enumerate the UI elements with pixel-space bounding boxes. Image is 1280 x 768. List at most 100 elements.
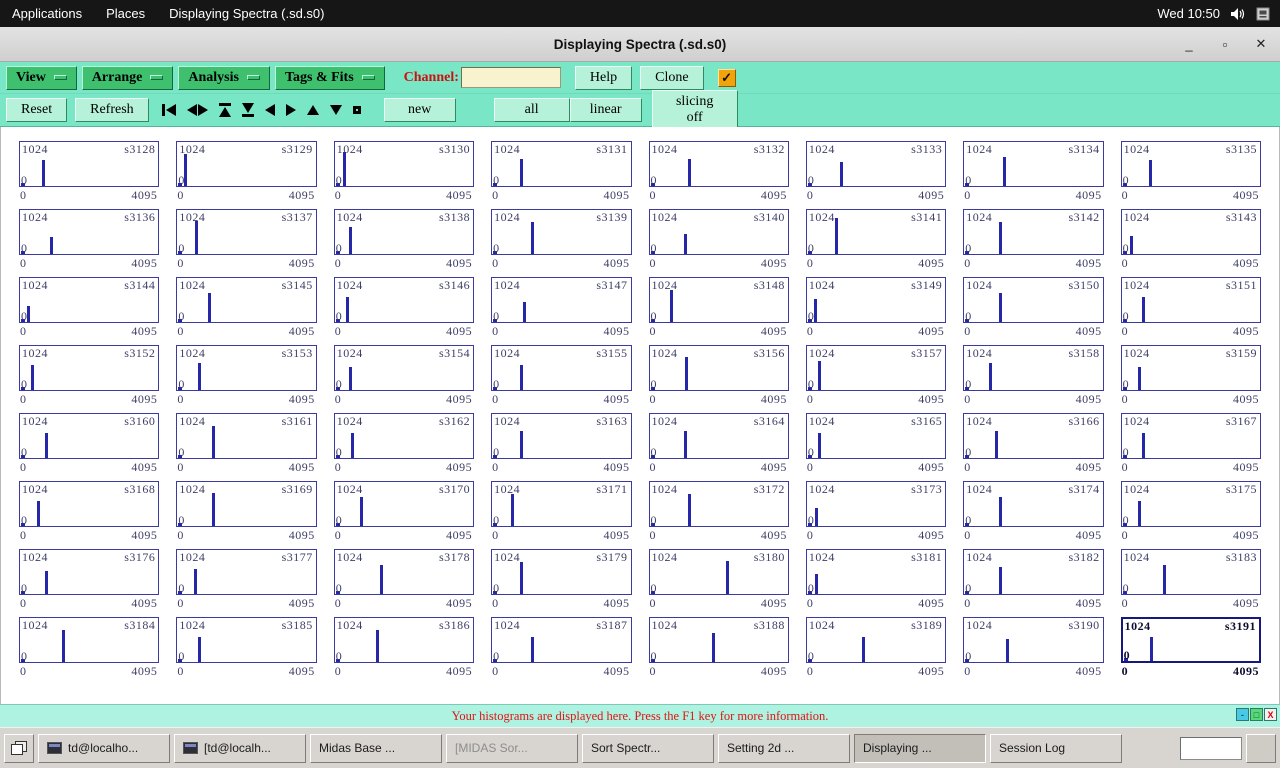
restore-windows-button[interactable] <box>4 733 34 763</box>
spectrum-plot[interactable]: 1024 s3140 0 <box>648 209 789 255</box>
spectrum-plot[interactable]: 1024 s3181 0 <box>805 549 947 595</box>
new-button[interactable]: new <box>383 98 456 122</box>
spectrum-plot[interactable]: 1024 s3166 0 <box>963 413 1104 459</box>
taskbar-item[interactable]: Setting 2d ... <box>718 733 850 763</box>
status-close-icon[interactable]: X <box>1264 708 1277 721</box>
right-icon[interactable] <box>285 103 297 117</box>
spectrum-plot[interactable]: 1024 s3146 0 <box>333 277 475 323</box>
spectrum-plot[interactable]: 1024 s3159 0 <box>1120 345 1261 391</box>
menu-tags-fits[interactable]: Tags & Fits <box>274 65 385 90</box>
spectrum-plot[interactable]: 1024 s3184 0 <box>19 617 160 663</box>
spectrum-plot[interactable]: 1024 s3155 0 <box>491 345 632 391</box>
refresh-button[interactable]: Refresh <box>75 98 149 122</box>
minimize-icon[interactable]: _ <box>1178 33 1200 55</box>
window-titlebar[interactable]: Displaying Spectra (.sd.s0) _ ▫ ✕ <box>0 27 1280 62</box>
help-button[interactable]: Help <box>574 65 633 90</box>
toolbar-checkbox[interactable]: ✓ <box>717 68 736 87</box>
linear-button[interactable]: linear <box>569 98 642 122</box>
spectrum-plot[interactable]: 1024 s3142 0 <box>963 209 1104 255</box>
places-menu[interactable]: Places <box>94 0 157 27</box>
channel-input[interactable] <box>460 67 561 88</box>
spectrum-plot[interactable]: 1024 s3134 0 <box>963 141 1104 187</box>
taskbar-item[interactable]: Displaying ... <box>854 733 986 763</box>
taskbar-item[interactable]: td@localho... <box>38 733 170 763</box>
spectrum-plot[interactable]: 1024 s3131 0 <box>491 141 632 187</box>
active-window-indicator[interactable]: Displaying Spectra (.sd.s0) <box>157 0 336 27</box>
close-icon[interactable]: ✕ <box>1250 33 1272 55</box>
spectrum-plot[interactable]: 1024 s3168 0 <box>19 481 160 527</box>
spectrum-plot[interactable]: 1024 s3145 0 <box>176 277 317 323</box>
spectrum-plot[interactable]: 1024 s3139 0 <box>491 209 632 255</box>
spectrum-plot[interactable]: 1024 s3141 0 <box>805 209 947 255</box>
clone-button[interactable]: Clone <box>640 65 704 90</box>
spectrum-plot[interactable]: 1024 s3132 0 <box>648 141 789 187</box>
spectrum-plot[interactable]: 1024 s3157 0 <box>805 345 947 391</box>
spectrum-plot[interactable]: 1024 s3179 0 <box>491 549 632 595</box>
spectrum-plot[interactable]: 1024 s3158 0 <box>963 345 1104 391</box>
to-top-icon[interactable] <box>218 102 232 118</box>
spectrum-plot[interactable]: 1024 s3147 0 <box>491 277 632 323</box>
spectrum-plot[interactable]: 1024 s3172 0 <box>648 481 789 527</box>
spectrum-plot[interactable]: 1024 s3174 0 <box>963 481 1104 527</box>
spectrum-plot[interactable]: 1024 s3170 0 <box>333 481 475 527</box>
spectrum-plot[interactable]: 1024 s3190 0 <box>963 617 1104 663</box>
up-icon[interactable] <box>306 104 320 116</box>
all-button[interactable]: all <box>493 98 570 122</box>
spectrum-plot[interactable]: 1024 s3176 0 <box>19 549 160 595</box>
taskbar-item[interactable]: [td@localh... <box>174 733 306 763</box>
spectrum-plot[interactable]: 1024 s3152 0 <box>19 345 160 391</box>
spectrum-plot[interactable]: 1024 s3143 0 <box>1120 209 1261 255</box>
spectrum-plot[interactable]: 1024 s3186 0 <box>333 617 475 663</box>
spectrum-plot[interactable]: 1024 s3191 0 <box>1120 617 1261 663</box>
taskbar-item[interactable]: Midas Base ... <box>310 733 442 763</box>
spectrum-plot[interactable]: 1024 s3165 0 <box>805 413 947 459</box>
to-bottom-icon[interactable] <box>241 102 255 118</box>
spectrum-plot[interactable]: 1024 s3189 0 <box>805 617 947 663</box>
taskbar-handle[interactable] <box>1246 733 1276 763</box>
spectrum-plot[interactable]: 1024 s3156 0 <box>648 345 789 391</box>
spectrum-plot[interactable]: 1024 s3169 0 <box>176 481 317 527</box>
spectrum-plot[interactable]: 1024 s3175 0 <box>1120 481 1261 527</box>
spectrum-plot[interactable]: 1024 s3151 0 <box>1120 277 1261 323</box>
spectrum-plot[interactable]: 1024 s3164 0 <box>648 413 789 459</box>
spectrum-plot[interactable]: 1024 s3161 0 <box>176 413 317 459</box>
taskbar-item[interactable]: Session Log <box>990 733 1122 763</box>
first-icon[interactable] <box>161 103 177 117</box>
menu-analysis[interactable]: Analysis <box>178 65 270 90</box>
spectrum-plot[interactable]: 1024 s3149 0 <box>805 277 947 323</box>
status-minimize-icon[interactable]: - <box>1236 708 1249 721</box>
spectrum-plot[interactable]: 1024 s3153 0 <box>176 345 317 391</box>
spectrum-plot[interactable]: 1024 s3177 0 <box>176 549 317 595</box>
maximize-icon[interactable]: ▫ <box>1214 33 1236 55</box>
workspace-pager[interactable] <box>1180 736 1242 760</box>
taskbar-item[interactable]: Sort Spectr... <box>582 733 714 763</box>
spectrum-plot[interactable]: 1024 s3180 0 <box>648 549 789 595</box>
spectrum-plot[interactable]: 1024 s3163 0 <box>491 413 632 459</box>
spectrum-plot[interactable]: 1024 s3136 0 <box>19 209 160 255</box>
spectrum-plot[interactable]: 1024 s3129 0 <box>176 141 317 187</box>
down-icon[interactable] <box>329 104 343 116</box>
spectrum-plot[interactable]: 1024 s3138 0 <box>333 209 475 255</box>
left-icon[interactable] <box>264 103 276 117</box>
spectrum-plot[interactable]: 1024 s3144 0 <box>19 277 160 323</box>
menu-view[interactable]: View <box>6 65 77 90</box>
applications-menu[interactable]: Applications <box>0 0 94 27</box>
slicing-button[interactable]: slicing off <box>651 90 738 130</box>
spectrum-plot[interactable]: 1024 s3133 0 <box>805 141 947 187</box>
spectrum-plot[interactable]: 1024 s3171 0 <box>491 481 632 527</box>
spectrum-plot[interactable]: 1024 s3160 0 <box>19 413 160 459</box>
spectrum-plot[interactable]: 1024 s3187 0 <box>491 617 632 663</box>
spectrum-plot[interactable]: 1024 s3167 0 <box>1120 413 1261 459</box>
spectrum-plot[interactable]: 1024 s3188 0 <box>648 617 789 663</box>
spectrum-plot[interactable]: 1024 s3178 0 <box>333 549 475 595</box>
status-maximize-icon[interactable]: □ <box>1250 708 1263 721</box>
spectrum-plot[interactable]: 1024 s3162 0 <box>333 413 475 459</box>
spectrum-plot[interactable]: 1024 s3182 0 <box>963 549 1104 595</box>
spectrum-plot[interactable]: 1024 s3154 0 <box>333 345 475 391</box>
spectrum-plot[interactable]: 1024 s3173 0 <box>805 481 947 527</box>
expand-icon[interactable] <box>186 103 209 117</box>
spectrum-plot[interactable]: 1024 s3185 0 <box>176 617 317 663</box>
stop-icon[interactable] <box>352 105 362 115</box>
clock[interactable]: Wed 10:50 <box>1157 6 1220 21</box>
menu-arrange[interactable]: Arrange <box>81 65 174 90</box>
